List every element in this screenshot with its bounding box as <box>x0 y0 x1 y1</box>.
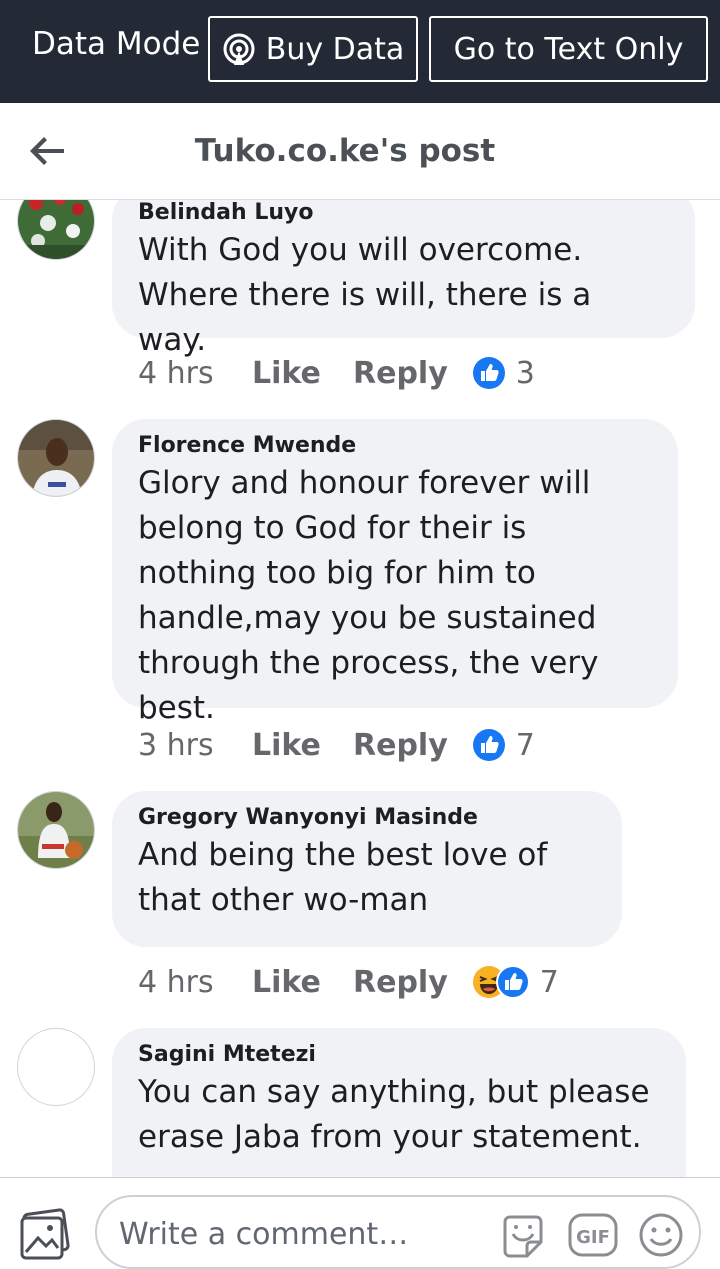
comment-actions: 4 hrs Like Reply 3 <box>138 353 535 393</box>
reaction-summary[interactable]: 7 <box>472 965 559 1000</box>
text-only-button[interactable]: Go to Text Only <box>429 16 708 82</box>
comment-bubble[interactable]: Gregory Wanyonyi Masinde And being the b… <box>112 791 622 947</box>
buy-data-label: Buy Data <box>265 31 405 67</box>
comment-composer: Write a comment… GIF <box>0 1177 720 1269</box>
like-button[interactable]: Like <box>252 728 353 763</box>
like-reaction-icon <box>472 729 505 761</box>
post-header: Tuko.co.ke's post <box>0 103 720 200</box>
gif-icon[interactable]: GIF <box>567 1211 619 1259</box>
comment-timestamp[interactable]: 3 hrs <box>138 728 252 763</box>
comment-text: With God you will overcome. Where there … <box>138 232 592 358</box>
comment-author[interactable]: Gregory Wanyonyi Masinde <box>138 803 596 833</box>
comment-input[interactable]: Write a comment… GIF <box>95 1195 701 1269</box>
data-mode-label: Data Mode <box>32 26 201 62</box>
comment-author[interactable]: Florence Mwende <box>138 431 652 461</box>
comment-timestamp[interactable]: 4 hrs <box>138 965 252 1000</box>
reaction-summary[interactable]: 3 <box>472 356 535 391</box>
comments-feed[interactable]: Belindah Luyo With God you will overcome… <box>0 200 720 1177</box>
comment-text: Glory and honour forever will belong to … <box>138 465 599 726</box>
comment-timestamp[interactable]: 4 hrs <box>138 356 252 391</box>
avatar[interactable] <box>17 1028 95 1106</box>
like-button[interactable]: Like <box>252 965 353 1000</box>
avatar-image <box>18 200 94 259</box>
avatar[interactable] <box>17 200 95 260</box>
comment-author[interactable]: Sagini Mtetezi <box>138 1040 660 1070</box>
comment-text: You can say anything, but please erase J… <box>138 1074 650 1155</box>
comment-actions: 3 hrs Like Reply 7 <box>138 725 535 765</box>
text-only-label: Go to Text Only <box>453 31 684 67</box>
buy-data-button[interactable]: Buy Data <box>208 16 418 82</box>
comment-actions: 4 hrs Like Reply 7 <box>138 962 559 1002</box>
like-reaction-icon <box>495 965 530 999</box>
reaction-summary[interactable]: 7 <box>472 728 535 763</box>
like-button[interactable]: Like <box>252 356 353 391</box>
comment-text: And being the best love of that other wo… <box>138 837 548 918</box>
reaction-count: 7 <box>515 727 535 763</box>
page-title: Tuko.co.ke's post <box>194 133 496 169</box>
avatar[interactable] <box>17 791 95 869</box>
comment-input-placeholder: Write a comment… <box>119 1217 409 1252</box>
reply-button[interactable]: Reply <box>353 728 448 763</box>
gif-label: GIF <box>576 1227 610 1248</box>
reply-button[interactable]: Reply <box>353 356 448 391</box>
like-reaction-icon <box>472 357 505 389</box>
comment-bubble[interactable]: Florence Mwende Glory and honour forever… <box>112 419 678 726</box>
emoji-icon[interactable] <box>637 1211 685 1259</box>
avatar-image <box>18 420 94 496</box>
comment-author[interactable]: Belindah Luyo <box>138 200 669 228</box>
reaction-count: 3 <box>515 355 535 391</box>
avatar[interactable] <box>17 419 95 497</box>
comment-bubble[interactable]: Sagini Mtetezi You can say anything, but… <box>112 1028 686 1177</box>
reaction-count: 7 <box>539 964 559 1000</box>
comment-bubble[interactable]: Belindah Luyo With God you will overcome… <box>112 200 695 358</box>
photo-icon[interactable] <box>20 1208 72 1260</box>
sticker-icon[interactable] <box>499 1212 547 1260</box>
data-mode-bar: Data Mode Buy Data Go to Text Only <box>0 0 720 103</box>
broadcast-icon <box>223 33 255 65</box>
avatar-image <box>18 792 94 868</box>
reply-button[interactable]: Reply <box>353 965 448 1000</box>
